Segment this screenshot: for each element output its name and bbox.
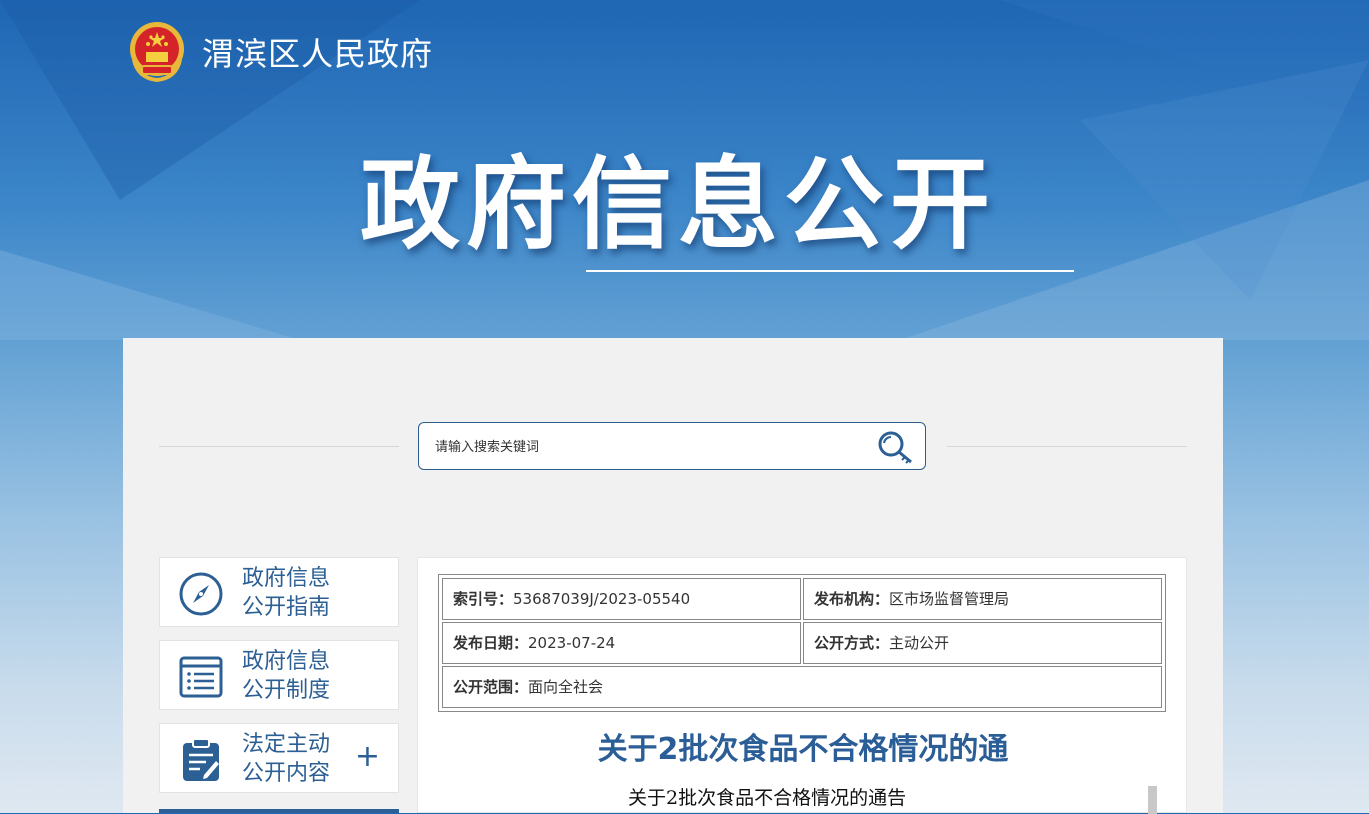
sidebar-item-label: 政府信息 公开指南 xyxy=(242,564,362,622)
sidebar-item-label: 政府信息 公开制度 xyxy=(242,647,362,705)
meta-row: 发布日期：2023-07-24 公开方式：主动公开 xyxy=(441,621,1163,665)
sidebar-item-label-line1: 政府信息 xyxy=(242,649,331,674)
search-input[interactable] xyxy=(433,433,857,461)
meta-date-label: 发布日期： xyxy=(453,634,529,652)
main-panel: 政府信息 公开指南 政府信息 公开制度 法定主动 xyxy=(123,338,1223,814)
meta-date-value: 2023-07-24 xyxy=(528,634,616,652)
hero-title: 政府信息公开 xyxy=(360,146,996,263)
national-emblem-icon xyxy=(130,22,184,83)
article-content: 索引号：53687039J/2023-05540 发布机构：区市场监督管理局 发… xyxy=(417,557,1187,814)
sidebar-item-guide[interactable]: 政府信息 公开指南 xyxy=(159,557,399,627)
sidebar-item-label-line2: 公开指南 xyxy=(242,595,331,620)
document-list-icon xyxy=(179,656,223,698)
sidebar-next-item[interactable] xyxy=(159,809,399,813)
site-name[interactable]: 渭滨区人民政府 xyxy=(202,34,433,74)
meta-mode: 公开方式：主动公开 xyxy=(803,622,1162,664)
clipboard-edit-icon xyxy=(183,738,219,781)
meta-mode-value: 主动公开 xyxy=(889,634,950,652)
sidebar-item-label: 法定主动 公开内容 xyxy=(242,730,362,788)
meta-date: 发布日期：2023-07-24 xyxy=(442,622,801,664)
sidebar-item-label-line2: 公开内容 xyxy=(242,761,331,786)
sidebar-item-label-line1: 法定主动 xyxy=(242,732,331,757)
sidebar-item-label-line2: 公开制度 xyxy=(242,678,331,703)
sidebar-item-label-line1: 政府信息 xyxy=(242,566,331,591)
meta-index-label: 索引号： xyxy=(453,590,514,608)
meta-row: 公开范围：面向全社会 xyxy=(441,665,1163,709)
meta-scope: 公开范围：面向全社会 xyxy=(442,666,1162,708)
meta-index-value: 53687039J/2023-05540 xyxy=(513,590,691,608)
article-scrollbar[interactable] xyxy=(1148,786,1157,814)
search-box xyxy=(418,422,926,470)
meta-scope-label: 公开范围： xyxy=(453,678,529,696)
meta-publisher-value: 区市场监督管理局 xyxy=(889,590,1010,608)
meta-publisher: 发布机构：区市场监督管理局 xyxy=(803,578,1162,620)
meta-index: 索引号：53687039J/2023-05540 xyxy=(442,578,801,620)
meta-mode-label: 公开方式： xyxy=(814,634,890,652)
article-title: 关于2批次食品不合格情况的通 xyxy=(597,732,1009,767)
article-subtitle: 关于2批次食品不合格情况的通告 xyxy=(628,787,907,809)
search-key-icon[interactable] xyxy=(875,429,915,465)
expand-plus-icon[interactable]: + xyxy=(355,742,380,772)
meta-publisher-label: 发布机构： xyxy=(814,590,890,608)
search-divider-right xyxy=(947,446,1187,447)
sidebar-item-statutory[interactable]: 法定主动 公开内容 + xyxy=(159,723,399,793)
compass-icon xyxy=(179,572,223,616)
sidebar-item-system[interactable]: 政府信息 公开制度 xyxy=(159,640,399,710)
meta-row: 索引号：53687039J/2023-05540 发布机构：区市场监督管理局 xyxy=(441,577,1163,621)
article-meta-table: 索引号：53687039J/2023-05540 发布机构：区市场监督管理局 发… xyxy=(438,574,1166,712)
meta-scope-value: 面向全社会 xyxy=(528,678,604,696)
hero-underline xyxy=(586,270,1074,272)
search-divider-left xyxy=(159,446,399,447)
